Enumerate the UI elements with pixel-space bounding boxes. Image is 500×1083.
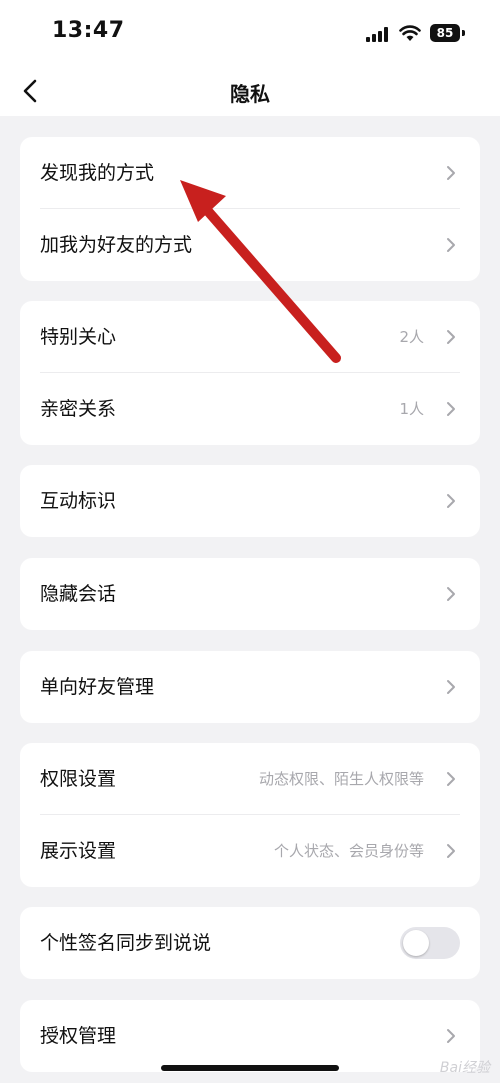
row-label: 特别关心 (40, 326, 117, 348)
row-label: 互动标识 (40, 490, 117, 512)
wifi-icon (399, 25, 421, 41)
page-title: 隐私 (230, 82, 270, 106)
chevron-right-icon (447, 238, 455, 252)
row-value: 动态权限、陌生人权限等 (258, 770, 424, 788)
row-display-settings[interactable]: 展示设置 个人状态、会员身份等 (20, 815, 480, 887)
chevron-right-icon (447, 680, 455, 694)
row-value: 2人 (399, 328, 424, 346)
row-one-way-friends[interactable]: 单向好友管理 (20, 651, 480, 723)
row-label: 隐藏会话 (40, 583, 117, 605)
relations-group: 特别关心 2人 亲密关系 1人 (20, 301, 480, 445)
row-label: 亲密关系 (40, 398, 117, 420)
chevron-right-icon (447, 494, 455, 508)
signature-sync-group: 个性签名同步到说说 (20, 907, 480, 979)
status-time: 13:47 (52, 18, 125, 43)
chevron-right-icon (447, 402, 455, 416)
settings-group: 权限设置 动态权限、陌生人权限等 展示设置 个人状态、会员身份等 (20, 743, 480, 887)
chevron-right-icon (447, 587, 455, 601)
row-label: 展示设置 (40, 840, 117, 862)
row-special-care[interactable]: 特别关心 2人 (20, 301, 480, 373)
row-hidden-chats[interactable]: 隐藏会话 (20, 558, 480, 630)
row-signature-sync: 个性签名同步到说说 (20, 907, 480, 979)
chevron-right-icon (447, 330, 455, 344)
row-label: 加我为好友的方式 (40, 234, 193, 256)
row-authorization[interactable]: 授权管理 (20, 1000, 480, 1072)
interaction-group: 互动标识 (20, 465, 480, 537)
cellular-signal-icon (366, 27, 390, 42)
battery-level: 85 (430, 24, 460, 42)
row-label: 发现我的方式 (40, 162, 155, 184)
row-interaction-badge[interactable]: 互动标识 (20, 465, 480, 537)
toggle-knob (403, 930, 429, 956)
row-intimate-relation[interactable]: 亲密关系 1人 (20, 373, 480, 445)
row-find-me[interactable]: 发现我的方式 (20, 137, 480, 209)
row-add-friend-method[interactable]: 加我为好友的方式 (20, 209, 480, 281)
row-label: 单向好友管理 (40, 676, 155, 698)
row-label: 权限设置 (40, 768, 117, 790)
authorization-group: 授权管理 (20, 1000, 480, 1072)
row-label: 授权管理 (40, 1025, 117, 1047)
battery-icon: 85 (430, 24, 466, 42)
row-value: 1人 (399, 400, 424, 418)
chevron-right-icon (447, 844, 455, 858)
home-indicator (161, 1065, 339, 1071)
status-bar: 13:47 85 (0, 0, 500, 66)
signature-sync-toggle[interactable] (400, 927, 460, 959)
one-way-friends-group: 单向好友管理 (20, 651, 480, 723)
discovery-group: 发现我的方式 加我为好友的方式 (20, 137, 480, 281)
row-label: 个性签名同步到说说 (40, 932, 212, 954)
chevron-right-icon (447, 772, 455, 786)
nav-bar: 隐私 (0, 66, 500, 116)
chevron-right-icon (447, 1029, 455, 1043)
chevron-right-icon (447, 166, 455, 180)
hidden-chats-group: 隐藏会话 (20, 558, 480, 630)
row-permission-settings[interactable]: 权限设置 动态权限、陌生人权限等 (20, 743, 480, 815)
row-value: 个人状态、会员身份等 (273, 842, 424, 860)
watermark-text: Bai经验 (439, 1060, 490, 1076)
